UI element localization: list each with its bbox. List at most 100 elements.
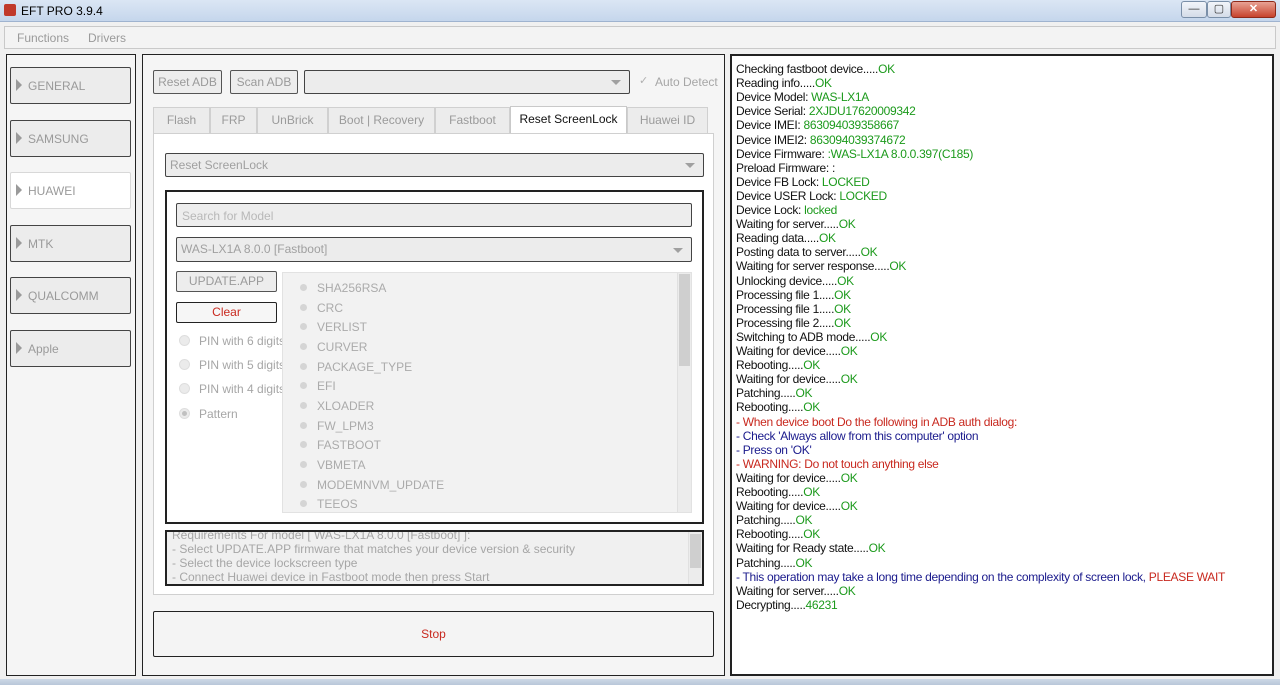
log-segment: Waiting for device..... [736, 344, 841, 358]
tab-fastboot[interactable]: Fastboot [435, 107, 510, 133]
log-line: Patching.....OK [736, 386, 813, 401]
log-segment: OK [834, 315, 851, 330]
scrollbar-thumb[interactable] [679, 274, 690, 366]
bullet-icon [300, 304, 307, 311]
log-line: Posting data to server.....OK [736, 245, 878, 260]
log-segment: Waiting for server response..... [736, 259, 890, 274]
log-segment: - WARNING: Do not touch anything else [736, 456, 939, 471]
log-segment: Switching to ADB mode..... [736, 329, 871, 344]
operation-panel: Reset ADB Scan ADB ✓ Auto Detect Flash F… [142, 54, 725, 676]
tab-flash[interactable]: Flash [153, 107, 210, 133]
device-select[interactable] [304, 70, 630, 94]
radio-label: PIN with 4 digits [199, 382, 286, 396]
log-segment: Processing file 2..... [736, 315, 835, 330]
sidebar-item-label: MTK [28, 237, 54, 251]
log-segment: Unlocking device..... [736, 273, 838, 288]
log-line: Device Model: WAS-LX1A [736, 90, 869, 104]
sidebar-item-mtk[interactable]: MTK [10, 225, 131, 262]
bullet-icon [300, 343, 307, 350]
log-segment: Rebooting..... [736, 358, 804, 373]
log-segment: Device USER Lock: [736, 188, 840, 203]
log-segment: OK [834, 287, 851, 302]
log-line: Preload Firmware: : [736, 161, 835, 175]
tab-unbrick[interactable]: UnBrick [257, 107, 328, 133]
file-label: SHA256RSA [317, 281, 387, 295]
log-line: Waiting for server.....OK [736, 217, 856, 232]
log-segment: Waiting for server..... [736, 583, 839, 598]
chevron-right-icon [16, 289, 22, 301]
menu-functions[interactable]: Functions [17, 31, 69, 45]
log-segment: Rebooting..... [736, 485, 804, 499]
chevron-right-icon [16, 184, 22, 196]
scrollbar-thumb[interactable] [690, 534, 701, 568]
log-line: Device Serial: 2XJDU17620009342 [736, 104, 916, 118]
radio-label: Pattern [199, 407, 238, 421]
stop-button[interactable]: Stop [153, 611, 714, 657]
radio-icon [179, 383, 190, 394]
log-segment: PLEASE WAIT [1148, 569, 1226, 584]
file-label: FASTBOOT [317, 438, 382, 452]
log-line: - Check 'Always allow from this computer… [736, 429, 979, 443]
log-segment: Patching..... [736, 513, 796, 528]
update-app-button[interactable]: UPDATE.APP [176, 271, 277, 292]
model-search-input[interactable]: Search for Model [176, 203, 692, 227]
file-label: CRC [317, 301, 343, 315]
log-segment: OK [814, 76, 832, 91]
sidebar-item-samsung[interactable]: SAMSUNG [10, 120, 131, 157]
requirements-scrollbar[interactable] [688, 532, 702, 584]
scan-adb-button[interactable]: Scan ADB [230, 70, 298, 94]
file-list-scrollbar[interactable] [677, 273, 691, 512]
log-line: Reading data.....OK [736, 231, 836, 245]
log-line: Device FB Lock: LOCKED [736, 174, 870, 189]
chevron-down-icon [611, 80, 621, 85]
tab-huawei-id[interactable]: Huawei ID [627, 107, 708, 133]
log-line: Device Firmware: :WAS-LX1A 8.0.0.397(C18… [736, 147, 973, 161]
log-segment: Device FB Lock: [736, 174, 822, 189]
tab-reset-screenlock[interactable]: Reset ScreenLock [510, 106, 627, 134]
close-button[interactable]: ✕ [1231, 1, 1276, 18]
log-segment: OK [795, 555, 813, 570]
log-segment: Posting data to server..... [736, 245, 861, 260]
reset-adb-button[interactable]: Reset ADB [153, 70, 222, 94]
log-segment: :WAS-LX1A 8.0.0.397(C185) [827, 146, 974, 161]
log-segment: Device Firmware: [736, 146, 828, 161]
clear-button[interactable]: Clear [176, 302, 277, 323]
log-line: Processing file 1.....OK [736, 288, 851, 302]
firmware-file-list[interactable]: SHA256RSA CRC VERLIST CURVER PACKAGE_TYP… [282, 272, 692, 513]
sidebar-item-qualcomm[interactable]: QUALCOMM [10, 277, 131, 314]
log-segment: OK [868, 541, 886, 556]
bullet-icon [300, 402, 307, 409]
menu-drivers[interactable]: Drivers [88, 31, 126, 45]
log-segment: OK [803, 400, 820, 415]
bullet-icon [300, 441, 307, 448]
requirements-line: - Select UPDATE.APP firmware that matche… [172, 542, 576, 556]
log-segment: OK [803, 527, 820, 542]
log-segment: 863094039374672 [809, 132, 906, 147]
log-segment: - Press on 'OK' [736, 442, 812, 457]
sidebar-item-general[interactable]: GENERAL [10, 67, 131, 104]
log-segment: Patching..... [736, 386, 796, 401]
log-segment: Waiting for server..... [736, 217, 839, 232]
log-line: Waiting for device.....OK [736, 372, 858, 387]
file-label: EFI [317, 379, 336, 393]
chevron-right-icon [16, 132, 22, 144]
log-segment: OK [840, 372, 858, 387]
tab-frp[interactable]: FRP [210, 107, 257, 133]
log-segment: OK [840, 344, 858, 358]
reset-screenlock-panel: Reset ScreenLock Search for Model WAS-LX… [153, 133, 714, 595]
model-select[interactable]: WAS-LX1A 8.0.0 [Fastboot] [176, 237, 692, 262]
brand-sidebar: GENERAL SAMSUNG HUAWEI MTK QUALCOMM Appl… [6, 54, 136, 676]
minimize-button[interactable]: — [1181, 1, 1207, 18]
sidebar-item-apple[interactable]: Apple [10, 330, 131, 367]
log-line: Waiting for server response.....OK [736, 259, 906, 273]
tab-boot-recovery[interactable]: Boot | Recovery [328, 107, 435, 133]
log-output[interactable]: Checking fastboot device.....OK Reading i… [730, 54, 1274, 676]
mode-select[interactable]: Reset ScreenLock [165, 153, 704, 177]
checkmark-icon[interactable]: ✓ [639, 74, 648, 87]
log-segment: Reading info..... [736, 76, 815, 91]
log-line: Device IMEI2: 863094039374672 [736, 132, 906, 147]
maximize-button[interactable]: ▢ [1207, 1, 1231, 18]
auto-detect-label[interactable]: Auto Detect [655, 75, 718, 89]
sidebar-item-huawei[interactable]: HUAWEI [10, 172, 131, 209]
log-segment: Processing file 1..... [736, 301, 835, 316]
